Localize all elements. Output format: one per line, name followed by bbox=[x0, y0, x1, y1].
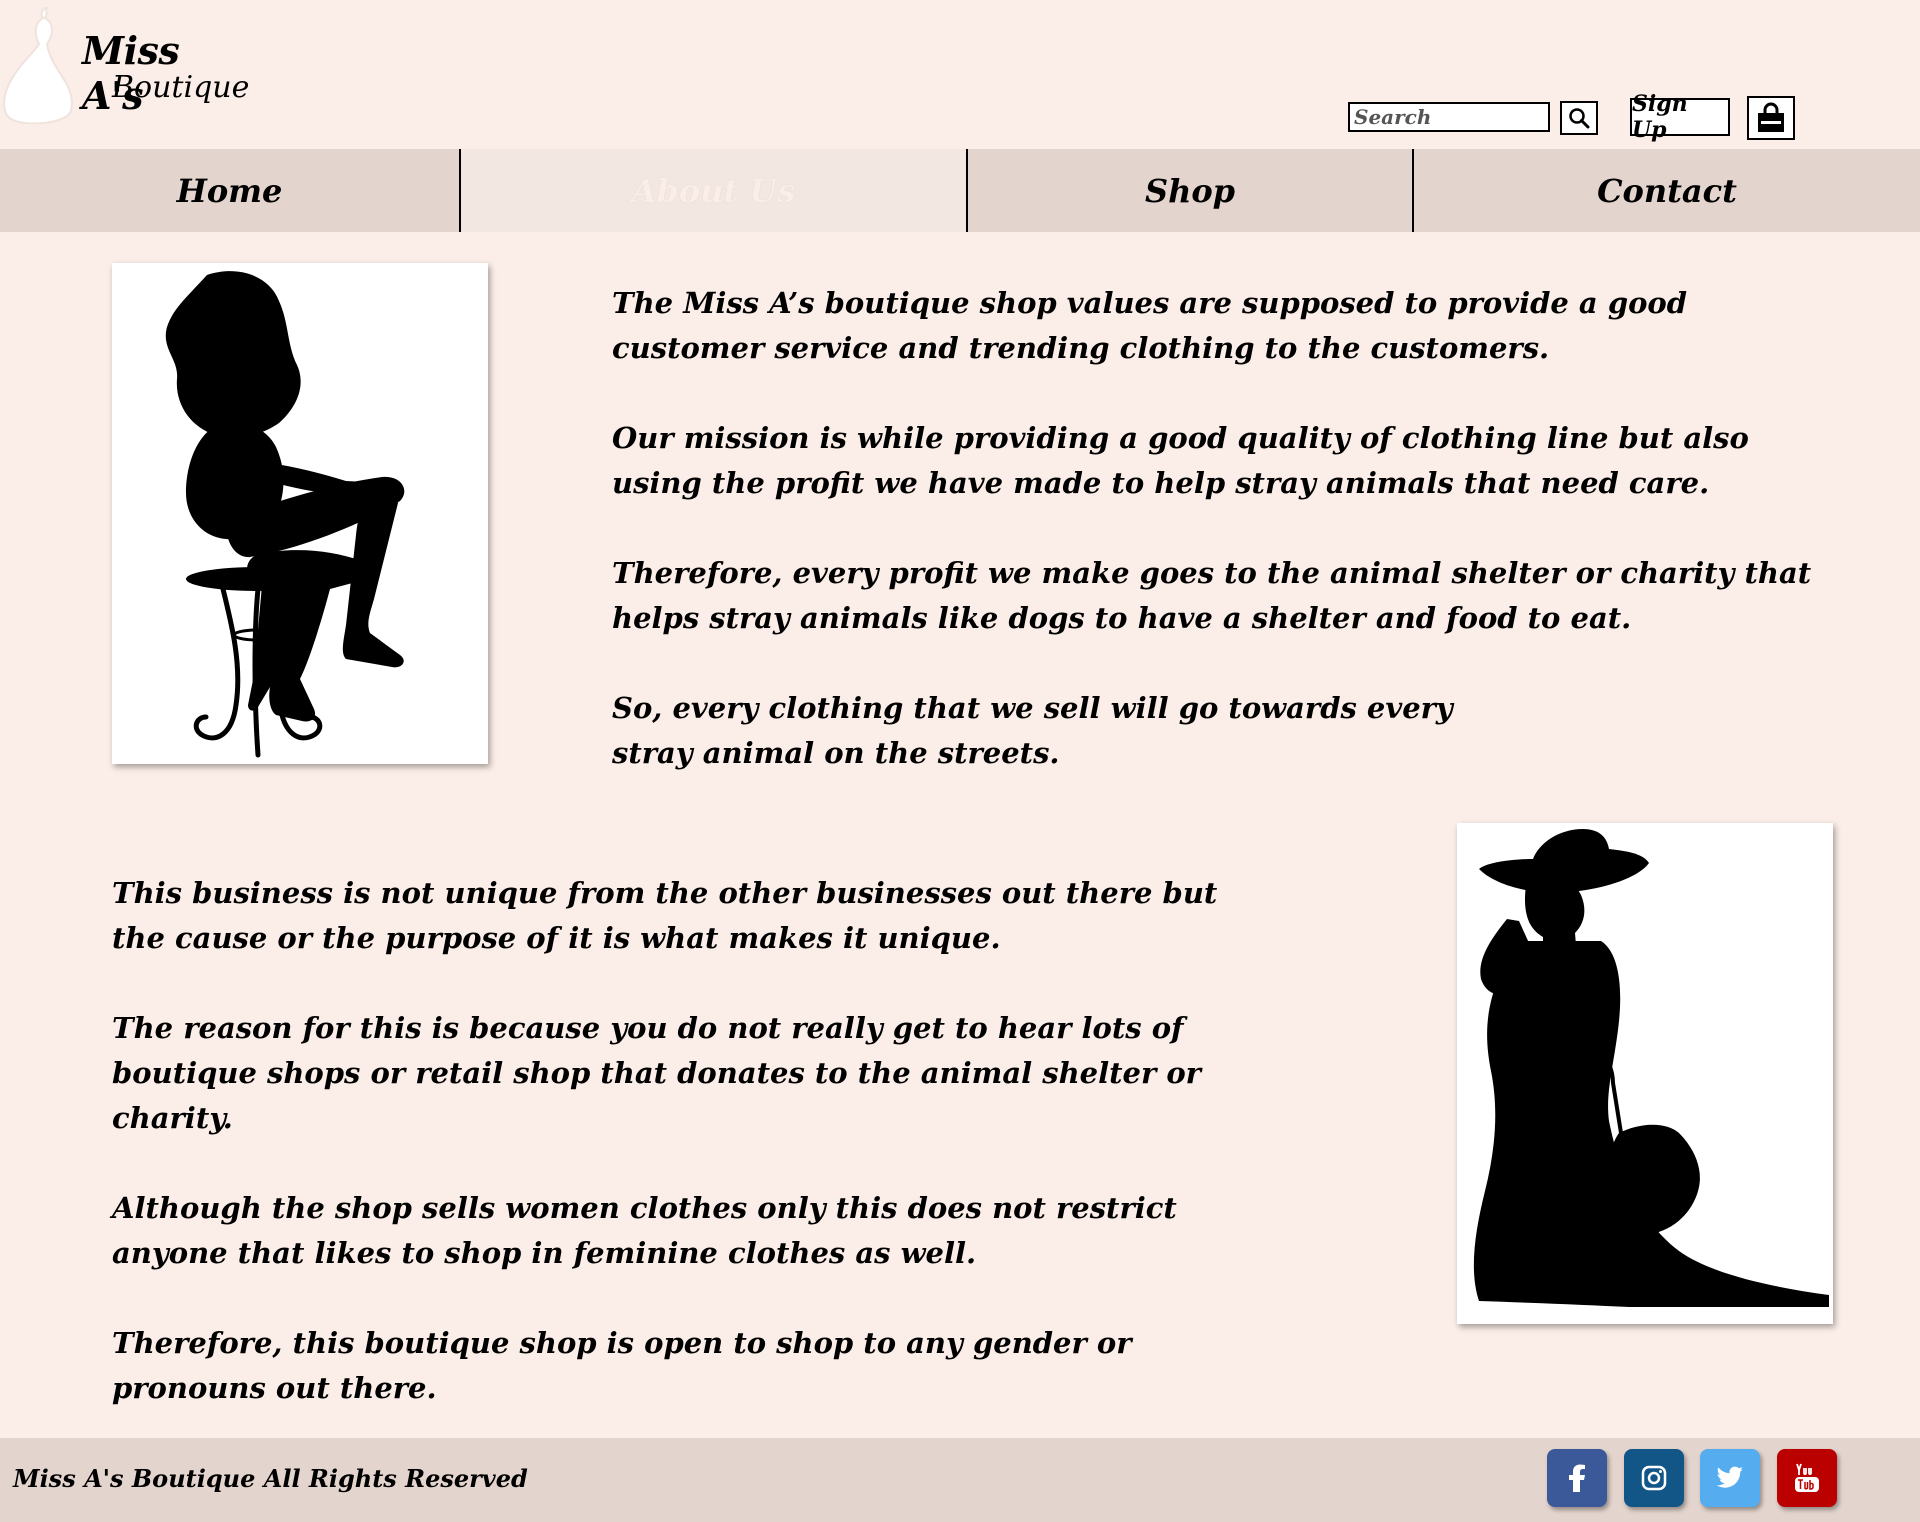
silhouette-woman-on-stool bbox=[165, 271, 405, 758]
twitter-link[interactable] bbox=[1700, 1449, 1760, 1507]
nav-about-us[interactable]: About Us bbox=[459, 149, 966, 232]
search-input[interactable] bbox=[1348, 102, 1550, 132]
nav-contact[interactable]: Contact bbox=[1412, 149, 1920, 232]
about-paragraph-5: This business is not unique from the oth… bbox=[112, 876, 1218, 955]
nav-home[interactable]: Home bbox=[0, 149, 459, 232]
about-paragraph-4: So, every clothing that we sell will go … bbox=[612, 691, 1453, 770]
about-paragraph-2: Our mission is while providing a good qu… bbox=[612, 421, 1749, 500]
about-section-1: The Miss A’s boutique shop values are su… bbox=[612, 281, 1812, 776]
facebook-link[interactable] bbox=[1547, 1449, 1607, 1507]
about-paragraph-7: Although the shop sells women clothes on… bbox=[112, 1191, 1177, 1270]
dress-icon bbox=[3, 7, 73, 124]
shopping-bag-icon bbox=[1758, 102, 1784, 132]
instagram-icon bbox=[1641, 1465, 1667, 1491]
about-section-2: This business is not unique from the oth… bbox=[112, 871, 1232, 1411]
youtube-icon bbox=[1795, 1463, 1819, 1492]
about-paragraph-3: Therefore, every profit we make goes to … bbox=[612, 556, 1812, 635]
twitter-icon bbox=[1716, 1466, 1743, 1488]
logo-subtitle: Boutique bbox=[112, 70, 250, 105]
copyright-text: Miss A's Boutique All Rights Reserved bbox=[13, 1464, 528, 1493]
site-logo[interactable]: Miss A's Boutique bbox=[0, 0, 249, 130]
about-image-lady-with-parasol bbox=[1457, 823, 1833, 1324]
magnifier-icon bbox=[1569, 108, 1590, 129]
about-paragraph-6: The reason for this is because you do no… bbox=[112, 1011, 1201, 1135]
youtube-link[interactable] bbox=[1777, 1449, 1837, 1507]
nav-shop[interactable]: Shop bbox=[966, 149, 1412, 232]
cart-button[interactable] bbox=[1747, 96, 1795, 140]
silhouette-lady-with-hat-and-parasol bbox=[1473, 829, 1829, 1307]
sign-up-button[interactable]: Sign Up bbox=[1630, 91, 1730, 143]
facebook-icon bbox=[1569, 1464, 1585, 1492]
search-button[interactable] bbox=[1560, 101, 1598, 135]
about-paragraph-1: The Miss A’s boutique shop values are su… bbox=[612, 286, 1688, 365]
main-navigation: Home About Us Shop Contact bbox=[0, 149, 1920, 232]
instagram-link[interactable] bbox=[1624, 1449, 1684, 1507]
about-image-woman-on-stool bbox=[112, 263, 488, 764]
site-header: Miss A's Boutique Sign Up bbox=[0, 0, 1920, 149]
about-paragraph-8: Therefore, this boutique shop is open to… bbox=[112, 1326, 1132, 1405]
